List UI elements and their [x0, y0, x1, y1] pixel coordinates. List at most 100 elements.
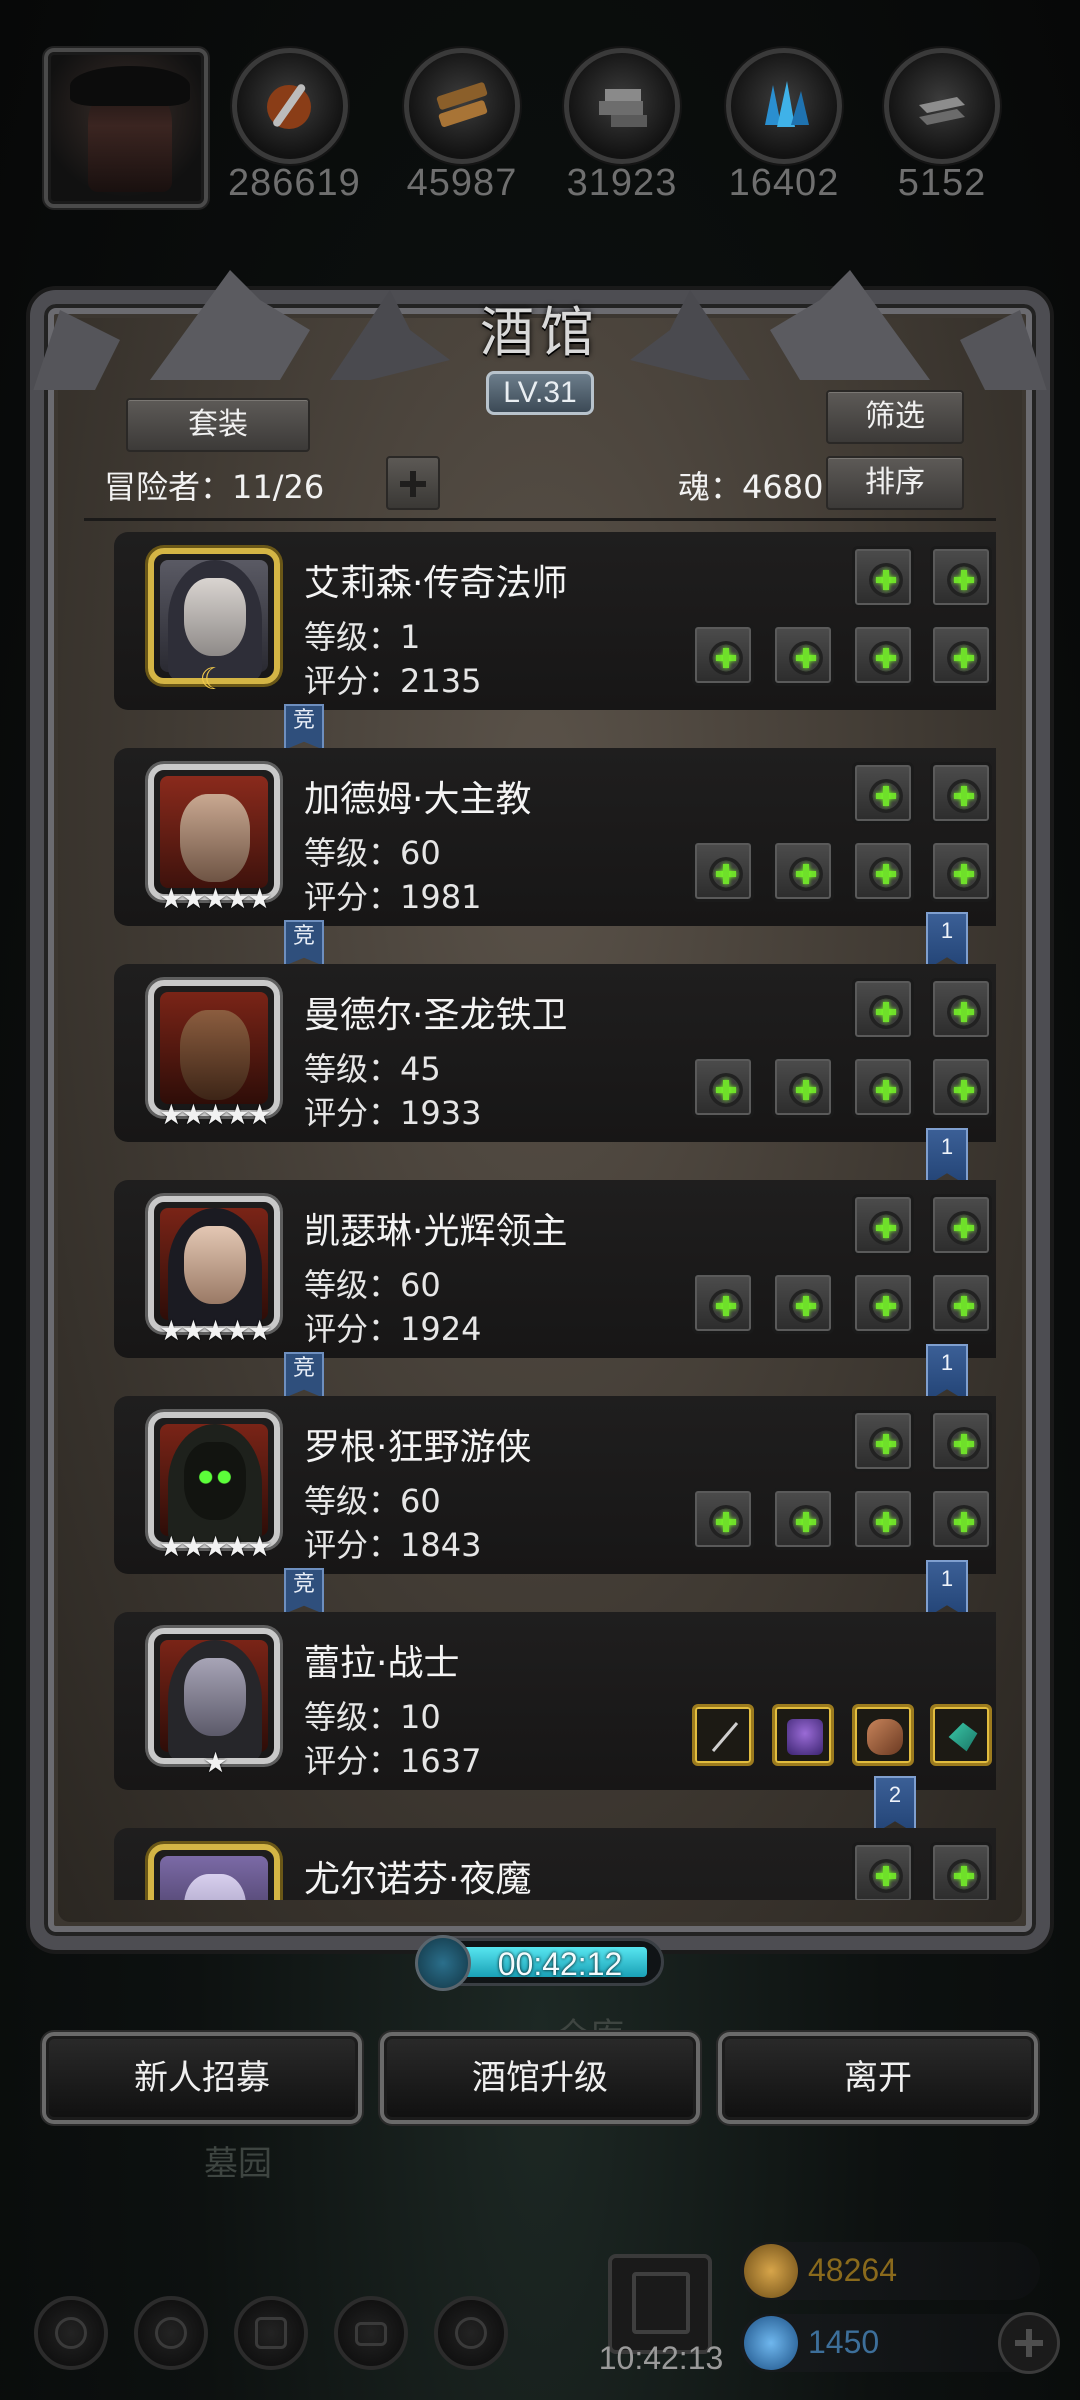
equip-slot-empty[interactable] [772, 1488, 834, 1550]
hero-card[interactable]: ★★★★★ 加德姆·大主教 等级：60 评分：1981 [114, 748, 996, 926]
add-icon [789, 1073, 823, 1107]
hero-card[interactable]: 尤尔诺芬·夜魔 [114, 1828, 996, 1900]
sort-button[interactable]: 排序 [826, 456, 964, 510]
shop-icon[interactable] [434, 2296, 508, 2370]
resource-crystal[interactable]: 16402 [722, 48, 846, 205]
resource-wood[interactable]: 45987 [400, 48, 524, 205]
equip-slot-empty[interactable] [852, 1056, 914, 1118]
add-icon [869, 1859, 903, 1893]
settings-icon[interactable] [34, 2296, 108, 2370]
equip-slot-empty[interactable] [692, 1056, 754, 1118]
equip-slot-empty[interactable] [692, 840, 754, 902]
hero-name: 加德姆·大主教 [304, 779, 532, 820]
gift-countdown: 10:42:13 [598, 2340, 724, 2376]
gem-counter[interactable]: 1450 [740, 2314, 1040, 2372]
equip-slot-empty[interactable] [930, 1410, 992, 1472]
hero-score: 评分：1981 [304, 878, 482, 916]
set-button[interactable]: 套装 [126, 398, 310, 452]
equip-slot-helmet[interactable] [772, 1704, 834, 1766]
equip-slot-empty[interactable] [852, 978, 914, 1040]
hero-score: 评分：1933 [304, 1094, 482, 1132]
hero-card[interactable]: ★ 蕾拉·战士 等级：10 评分：1637 [114, 1612, 996, 1790]
equip-slot-empty[interactable] [852, 1272, 914, 1334]
equip-slot-empty[interactable] [852, 1194, 914, 1256]
equip-slot-empty[interactable] [692, 1272, 754, 1334]
add-icon [709, 1505, 743, 1539]
equip-slot-empty[interactable] [692, 624, 754, 686]
gold-coin-icon [744, 2244, 798, 2298]
hero-card[interactable]: ★★★★★ 凯瑟琳·光辉领主 等级：60 评分：1924 [114, 1180, 996, 1358]
add-icon [947, 1505, 981, 1539]
equip-slot-empty[interactable] [772, 1272, 834, 1334]
add-icon [869, 857, 903, 891]
hero-score: 评分：1843 [304, 1526, 482, 1564]
achievement-icon[interactable] [134, 2296, 208, 2370]
hero-avatar [148, 980, 280, 1116]
filter-button[interactable]: 筛选 [826, 390, 964, 444]
add-icon [947, 641, 981, 675]
equip-slot-empty[interactable] [930, 1194, 992, 1256]
equip-slot-empty[interactable] [930, 840, 992, 902]
equip-slot-empty[interactable] [930, 624, 992, 686]
gift-icon[interactable] [608, 2254, 712, 2354]
resource-iron[interactable]: 5152 [880, 48, 1004, 205]
rank-ribbon: 1 [926, 1128, 968, 1186]
equip-slot-empty[interactable] [930, 1488, 992, 1550]
equip-slot-empty[interactable] [852, 1488, 914, 1550]
hero-list[interactable]: ☾ 艾莉森·传奇法师 等级：1 评分：2135 竞 ★★★★★ 加德姆·大主教 … [84, 532, 996, 1900]
equip-slot-empty[interactable] [852, 546, 914, 608]
compete-tag: 竞 [284, 1568, 324, 1614]
tavern-panel: 酒馆 LV.31 套装 筛选 排序 冒险者：11/26 魂：4680 ☾ 艾莉森… [30, 270, 1050, 1950]
hero-card[interactable]: ★★★★★ 曼德尔·圣龙铁卫 等级：45 评分：1933 [114, 964, 996, 1142]
equip-slot-empty[interactable] [930, 1272, 992, 1334]
add-currency-button[interactable] [998, 2312, 1060, 2374]
iron-icon [884, 48, 1000, 164]
equip-slot-empty[interactable] [772, 1056, 834, 1118]
equip-slot-empty[interactable] [852, 762, 914, 824]
hero-name: 罗根·狂野游侠 [304, 1427, 532, 1468]
equip-slot-empty[interactable] [930, 978, 992, 1040]
resource-value: 16402 [728, 162, 840, 204]
resource-stone[interactable]: 31923 [560, 48, 684, 205]
equip-slot-empty[interactable] [692, 1488, 754, 1550]
recruit-button[interactable]: 新人招募 [42, 2032, 362, 2124]
equip-slot-empty[interactable] [772, 840, 834, 902]
star-rating: ★★★★★ [158, 1098, 273, 1131]
hero-level: 等级：60 [304, 1482, 441, 1520]
hero-avatar [148, 1628, 280, 1764]
hero-card[interactable]: ☾ 艾莉森·传奇法师 等级：1 评分：2135 [114, 532, 996, 710]
gem-value: 1450 [808, 2324, 880, 2360]
leave-button[interactable]: 离开 [718, 2032, 1038, 2124]
equip-slot-empty[interactable] [772, 624, 834, 686]
add-icon [869, 1505, 903, 1539]
mail-icon[interactable] [334, 2296, 408, 2370]
gold-counter[interactable]: 48264 [740, 2242, 1040, 2300]
equip-slot-accessory[interactable] [930, 1704, 992, 1766]
hero-card[interactable]: ★★★★★ 罗根·狂野游侠 等级：60 评分：1843 [114, 1396, 996, 1574]
wood-icon [404, 48, 520, 164]
compete-tag: 竞 [284, 920, 324, 966]
guild-icon[interactable] [234, 2296, 308, 2370]
header-divider [84, 518, 996, 521]
equip-slot-empty[interactable] [930, 546, 992, 608]
add-icon [789, 1505, 823, 1539]
equip-slot-empty[interactable] [852, 840, 914, 902]
hero-name: 艾莉森·传奇法师 [304, 563, 568, 604]
equip-slot-empty[interactable] [852, 1842, 914, 1900]
add-icon [869, 641, 903, 675]
expand-slots-button[interactable] [386, 456, 440, 510]
equip-slot-empty[interactable] [852, 624, 914, 686]
player-avatar[interactable] [44, 48, 208, 208]
equip-slot-weapon[interactable] [692, 1704, 754, 1766]
resource-meat[interactable]: 286619 [228, 48, 360, 205]
equip-slot-armor[interactable] [852, 1704, 914, 1766]
equip-slot-empty[interactable] [930, 762, 992, 824]
star-rating: ★★★★★ [158, 1530, 273, 1563]
equip-slot-empty[interactable] [930, 1056, 992, 1118]
star-rating: ★ [202, 1746, 228, 1779]
equip-slot-empty[interactable] [930, 1842, 992, 1900]
upgrade-timer: 00:42:12 [415, 1935, 664, 1991]
equip-slot-empty[interactable] [852, 1410, 914, 1472]
tavern-upgrade-button[interactable]: 酒馆升级 [380, 2032, 700, 2124]
adventurer-count: 冒险者：11/26 [104, 468, 325, 506]
